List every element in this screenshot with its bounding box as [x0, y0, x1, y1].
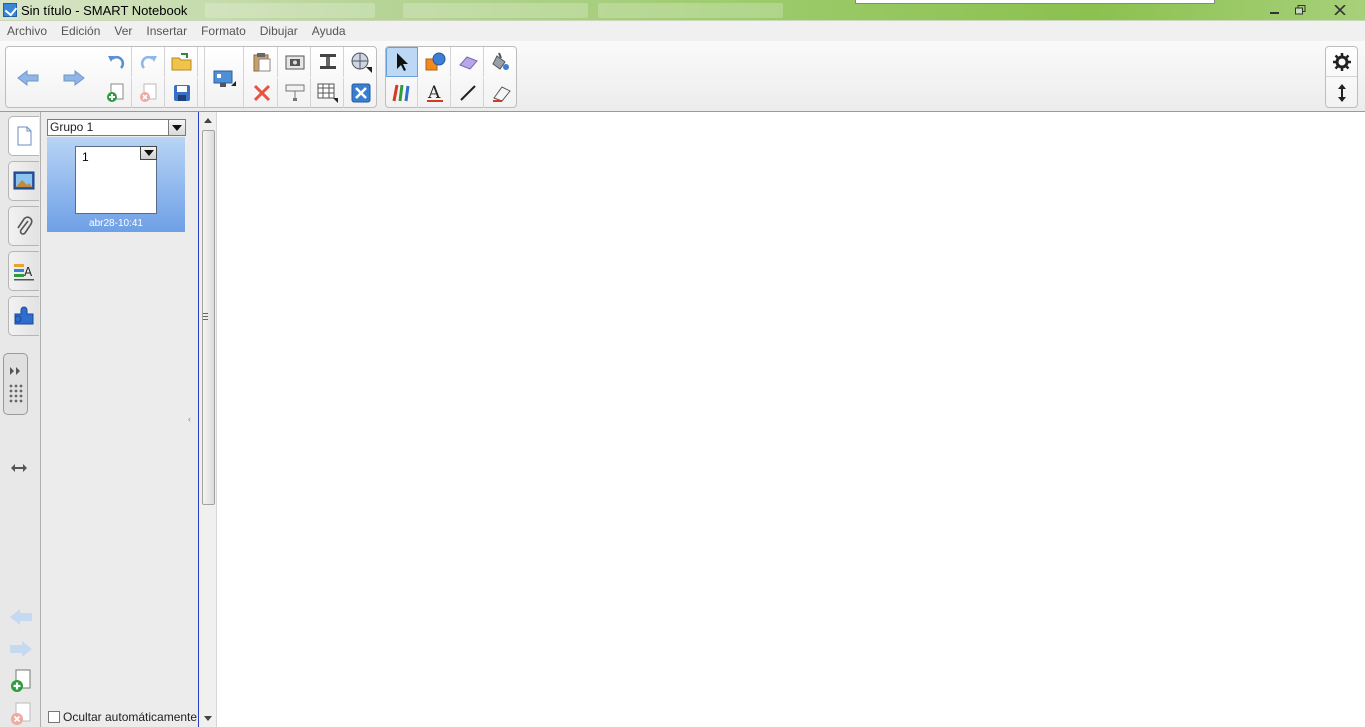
clear-page-icon[interactable]	[345, 78, 377, 108]
overlay-window-edge	[855, 0, 1215, 4]
page-thumbnail-item[interactable]: 1 abr28-10:41	[47, 137, 185, 232]
shapes-icon[interactable]	[419, 47, 451, 77]
main-toolbar: A	[0, 41, 1365, 112]
menu-bar: Archivo Edición Ver Insertar Formato Dib…	[0, 21, 1365, 41]
menu-insertar[interactable]: Insertar	[139, 21, 194, 41]
next-page-icon[interactable]	[8, 639, 34, 662]
scroll-up-icon[interactable]	[204, 118, 212, 123]
gallery-icon[interactable]	[8, 161, 39, 201]
autohide-option[interactable]: Ocultar automáticamente	[48, 710, 197, 724]
sorter-scrollbar[interactable]	[198, 112, 217, 727]
magic-pen-icon[interactable]	[452, 47, 484, 77]
taskbar-ghost-tab	[403, 3, 588, 18]
table-icon[interactable]	[312, 78, 344, 108]
scroll-down-icon[interactable]	[204, 716, 212, 721]
attachments-icon[interactable]	[8, 206, 39, 246]
text-icon[interactable]: A	[419, 78, 451, 108]
measurement-tools-icon[interactable]	[345, 47, 377, 77]
screen-shade-pull-icon[interactable]	[279, 78, 311, 108]
document-camera-icon[interactable]	[312, 47, 344, 77]
redo-icon[interactable]	[133, 47, 165, 77]
restore-icon[interactable]	[1288, 1, 1314, 18]
menu-ayuda[interactable]: Ayuda	[305, 21, 353, 41]
settings-icon[interactable]	[1326, 47, 1357, 77]
menu-archivo[interactable]: Archivo	[0, 21, 54, 41]
add-page-icon[interactable]	[9, 669, 33, 696]
page-number: 1	[82, 150, 89, 164]
minimize-icon[interactable]	[1262, 1, 1288, 18]
move-toolbar-icon[interactable]	[1326, 78, 1357, 108]
group-select-label: Grupo 1	[50, 120, 94, 134]
addons-icon[interactable]	[8, 296, 39, 336]
paste-icon[interactable]	[246, 47, 278, 77]
group-select[interactable]: Grupo 1	[47, 119, 186, 136]
save-icon[interactable]	[166, 78, 198, 108]
autohide-label: Ocultar automáticamente	[63, 710, 198, 724]
title-bar: Sin título - SMART Notebook	[0, 0, 1365, 21]
resize-horizontal-icon[interactable]	[10, 462, 28, 477]
page-sorter-panel: Grupo 1 1 abr28-10:41 ‹ Ocultar automáti…	[41, 112, 198, 727]
open-file-icon[interactable]	[166, 47, 198, 77]
new-page-icon[interactable]	[100, 78, 132, 108]
notebook-canvas[interactable]	[217, 112, 1365, 727]
menu-ver[interactable]: Ver	[107, 21, 139, 41]
lines-icon[interactable]	[452, 78, 484, 108]
taskbar-ghost-tab	[205, 3, 375, 18]
undo-icon[interactable]	[100, 47, 132, 77]
close-icon[interactable]	[1326, 1, 1354, 18]
eraser-icon[interactable]	[485, 78, 517, 108]
delete-page-icon[interactable]	[133, 78, 165, 108]
menu-formato[interactable]: Formato	[194, 21, 253, 41]
sidebar-tabs: A	[0, 112, 41, 727]
svg-text:A: A	[24, 265, 33, 279]
pens-icon[interactable]	[386, 78, 418, 108]
taskbar-ghost-tab	[598, 3, 783, 18]
page-thumbnail[interactable]: 1	[75, 146, 157, 214]
page-menu-dropdown-icon[interactable]	[140, 146, 157, 160]
scrollbar-grip-icon	[203, 313, 208, 320]
select-icon[interactable]	[386, 47, 418, 77]
window-title: Sin título - SMART Notebook	[21, 3, 188, 18]
toolbar-group-page	[5, 46, 377, 109]
screen-capture-icon[interactable]	[279, 47, 311, 77]
prev-page-icon[interactable]	[8, 607, 34, 630]
delete-page-sidebar-icon[interactable]	[9, 702, 33, 727]
toolbar-group-settings	[1325, 46, 1358, 108]
chevron-down-icon[interactable]	[168, 120, 185, 135]
smart-notebook-app-icon	[3, 3, 17, 17]
page-sorter-icon[interactable]	[8, 116, 39, 156]
resize-grip-icon[interactable]: ‹	[188, 414, 191, 424]
autohide-checkbox[interactable]	[48, 711, 60, 723]
properties-icon[interactable]: A	[8, 251, 39, 291]
forward-arrow-icon[interactable]	[58, 47, 90, 109]
back-arrow-icon[interactable]	[12, 47, 44, 109]
page-timestamp: abr28-10:41	[89, 218, 143, 229]
fill-icon[interactable]	[485, 47, 517, 77]
menu-dibujar[interactable]: Dibujar	[253, 21, 305, 41]
menu-edicion[interactable]: Edición	[54, 21, 107, 41]
toolbar-group-tools: A	[385, 46, 517, 108]
screen-shade-icon[interactable]	[204, 47, 244, 109]
sidebar-collapse-handle[interactable]	[3, 353, 28, 415]
delete-icon[interactable]	[246, 78, 278, 108]
